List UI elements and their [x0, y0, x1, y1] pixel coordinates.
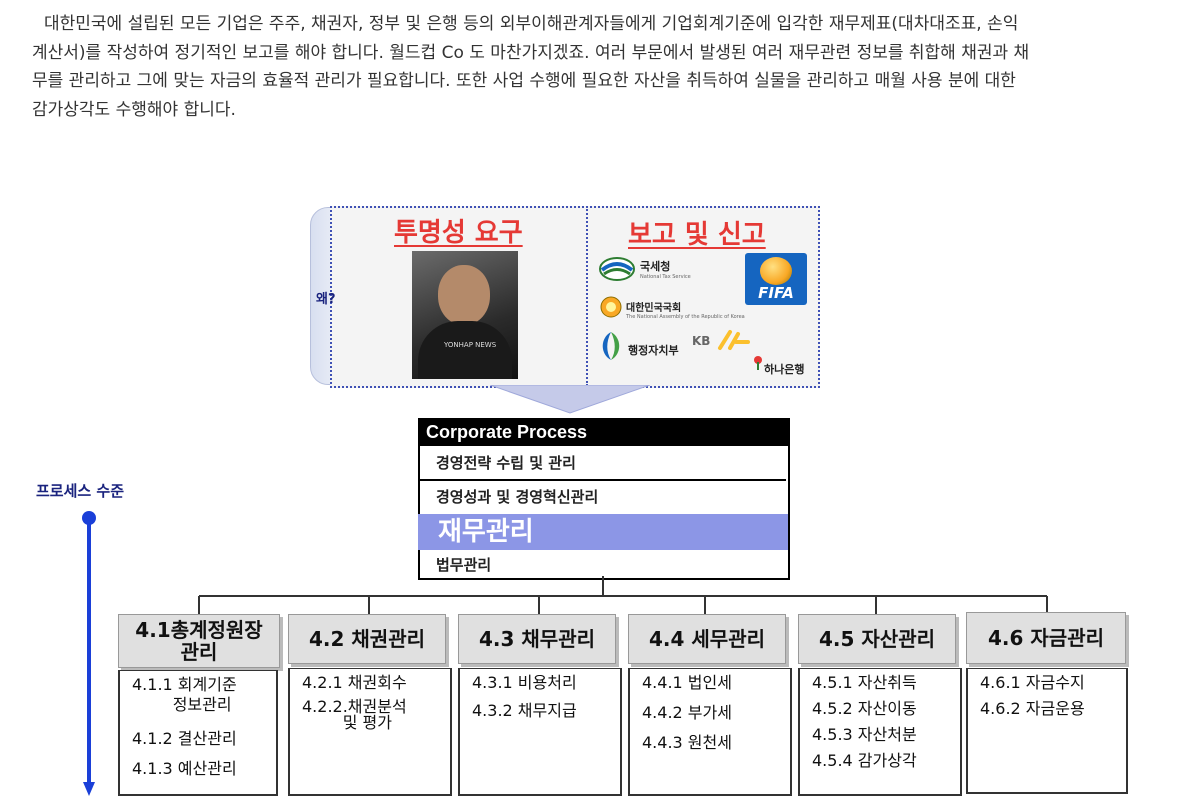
process-level-label: 프로세스 수준: [36, 482, 125, 500]
assembly-emblem-icon: [600, 296, 622, 318]
intro-line: 무를 관리하고 그에 맞는 자금의 효율적 관리가 필요합니다. 또한 사업 수…: [32, 71, 1016, 91]
hierarchy-connectors: [198, 576, 1048, 616]
card-item: 4.5.3 자산처분: [812, 725, 917, 744]
down-funnel-arrow-icon: [490, 385, 650, 414]
card-item: 4.4.1 법인세: [642, 673, 732, 692]
news-photo: YONHAP NEWS: [412, 251, 518, 379]
reporting-header: 보고 및 신고: [628, 220, 766, 250]
level-axis-arrow-icon: [82, 511, 96, 796]
card-4-2-title: 4.2 채권관리: [288, 614, 446, 664]
card-title-text: 4.5 자산관리: [819, 627, 935, 651]
card-title-text: 4.2 채권관리: [309, 627, 425, 651]
nts-name: 국세청: [640, 260, 671, 273]
fifa-logo: FIFA: [745, 253, 807, 305]
process-divider: [420, 479, 786, 481]
assembly-name: 대한민국국회: [626, 303, 682, 314]
card-item: 4.6.1 자금수지: [980, 673, 1085, 692]
intro-line: 대한민국에 설립된 모든 기업은 주주, 채권자, 정부 및 은행 등의 외부이…: [44, 14, 1019, 34]
card-title-text: 4.4 세무관리: [649, 627, 765, 651]
card-4-6-title: 4.6 자금관리: [966, 612, 1126, 664]
photo-caption: YONHAP NEWS: [444, 341, 497, 349]
intro-paragraph: 대한민국에 설립된 모든 기업은 주주, 채권자, 정부 및 은행 등의 외부이…: [32, 10, 1172, 124]
card-title-text: 4.3 채무관리: [479, 627, 595, 651]
mogaha-emblem-icon: [602, 332, 620, 360]
hana-tree-icon: [754, 356, 762, 370]
card-4-4-body: 4.4.1 법인세 4.4.2 부가세 4.4.3 원천세: [628, 668, 792, 796]
card-4-5-title: 4.5 자산관리: [798, 614, 956, 664]
card-4-5-body: 4.5.1 자산취득 4.5.2 자산이동 4.5.3 자산처분 4.5.4 감…: [798, 668, 962, 796]
nts-name-en: National Tax Service: [640, 274, 691, 280]
card-item: 4.3.2 채무지급: [472, 701, 577, 720]
intro-line: 계산서)를 작성하여 정기적인 보고를 해야 합니다. 월드컵 Co 도 마찬가…: [32, 42, 1030, 63]
nts-logo-icon: [599, 257, 635, 281]
card-title-text: 4.1총계정원장 관리: [135, 618, 263, 664]
transparency-header: 투명성 요구: [394, 218, 523, 248]
panel-divider: [586, 206, 588, 386]
mogaha-name: 행정자치부: [628, 344, 679, 357]
card-item: 4.1.3 예산관리: [132, 759, 237, 778]
card-item: 4.3.1 비용처리: [472, 673, 577, 692]
intro-line: 감가상각도 수행해야 합니다.: [32, 99, 236, 120]
card-item: 4.6.2 자금운용: [980, 699, 1085, 718]
card-item: 4.5.4 감가상각: [812, 751, 917, 770]
corporate-process-title: Corporate Process: [418, 418, 788, 446]
card-title-text: 4.6 자금관리: [988, 626, 1104, 650]
assembly-logo-text: 대한민국국회 The National Assembly of the Repu…: [626, 299, 745, 320]
card-4-3-body: 4.3.1 비용처리 4.3.2 채무지급: [458, 668, 622, 796]
card-4-2-body: 4.2.1 채권회수 4.2.2.채권분석 및 평가: [288, 668, 452, 796]
card-item: 4.5.2 자산이동: [812, 699, 917, 718]
card-4-1-title: 4.1총계정원장 관리: [118, 614, 280, 668]
card-4-3-title: 4.3 채무관리: [458, 614, 616, 664]
card-4-6-body: 4.6.1 자금수지 4.6.2 자금운용: [966, 668, 1128, 794]
person-face: [438, 265, 490, 325]
card-item: 4.4.2 부가세: [642, 703, 732, 722]
process-row-highlight: 재무관리: [418, 514, 788, 550]
card-item: 4.2.1 채권회수: [302, 673, 407, 692]
card-4-1-body: 4.1.1 회계기준 정보관리 4.1.2 결산관리 4.1.3 예산관리: [118, 670, 278, 796]
fifa-text: FIFA: [758, 284, 794, 302]
why-label: 왜?: [316, 292, 336, 307]
card-item: 4.4.3 원천세: [642, 733, 732, 752]
kb-star-icon: [718, 330, 750, 350]
nts-logo-text: 국세청 National Tax Service: [640, 258, 691, 280]
process-row: 경영성과 및 경영혁신관리: [436, 488, 599, 506]
card-item: 4.2.2.채권분석 및 평가: [302, 697, 407, 732]
process-row: 경영전략 수립 및 관리: [436, 454, 576, 472]
card-item: 4.5.1 자산취득: [812, 673, 917, 692]
hana-name: 하나은행: [764, 363, 805, 376]
process-row: 법무관리: [436, 556, 492, 574]
card-item: 4.1.1 회계기준 정보관리: [132, 675, 237, 714]
person-suit: [418, 321, 512, 379]
card-4-4-title: 4.4 세무관리: [628, 614, 786, 664]
kb-logo-text: KB: [692, 334, 711, 348]
fifa-globe-icon: [760, 257, 792, 285]
card-item: 4.1.2 결산관리: [132, 729, 237, 748]
assembly-name-en: The National Assembly of the Republic of…: [626, 314, 745, 320]
